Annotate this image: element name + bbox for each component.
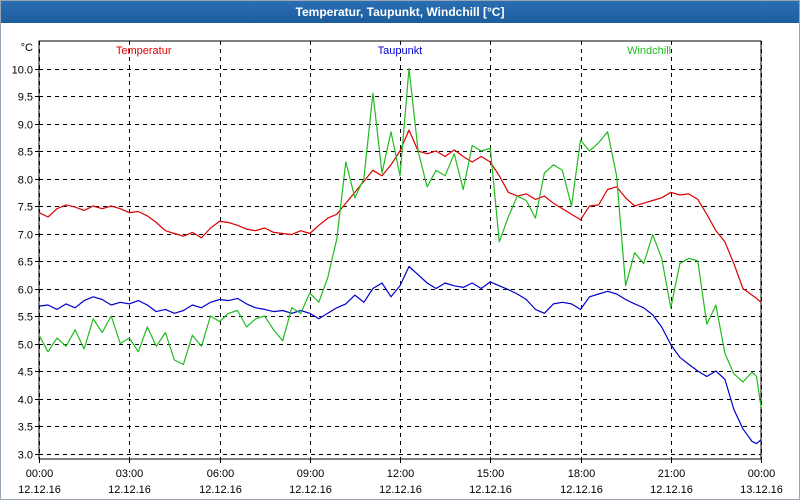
y-tick-label: 6.5 (18, 257, 33, 269)
grid-layer (38, 40, 762, 460)
x-tick-date-label: 12.12.16 (469, 484, 512, 496)
window-title: Temperatur, Taupunkt, Windchill [°C] (1, 1, 799, 23)
y-tick-label: 9.5 (18, 92, 33, 104)
x-tick-time-label: 09:00 (297, 468, 325, 480)
x-tick-date-label: 12.12.16 (289, 484, 332, 496)
y-tick-label: 3.5 (18, 422, 33, 434)
legend-temperatur: Temperatur (116, 45, 172, 57)
y-tick-label: 7.5 (18, 202, 33, 214)
x-tick-time-label: 18:00 (568, 468, 596, 480)
x-tick-date-label: 12.12.16 (108, 484, 151, 496)
y-tick-label: 9.0 (18, 120, 33, 132)
x-tick-time-label: 03:00 (116, 468, 144, 480)
x-tick-date-label: 13.12.16 (740, 484, 783, 496)
chart-area: 3.0 3.5 4.0 4.5 5.0 5.5 6.0 6.5 7.0 7.5 8.0 8.5 9.0 9… (1, 23, 799, 499)
y-tick-label: 5.0 (18, 340, 33, 352)
y-tick-label: 6.0 (18, 285, 33, 297)
x-tick-time-label: 00:00 (748, 468, 776, 480)
chart-window: Temperatur, Taupunkt, Windchill [°C] 3.0… (0, 0, 800, 500)
y-tick-label: 4.0 (18, 395, 33, 407)
legend-windchill: Windchill (627, 45, 671, 57)
line-chart: 3.0 3.5 4.0 4.5 5.0 5.5 6.0 6.5 7.0 7.5 8.0 8.5 9.0 9… (12, 40, 783, 496)
y-tick-label: 5.5 (18, 312, 33, 324)
y-tick-label: 8.5 (18, 147, 33, 159)
y-tick-label: 4.5 (18, 367, 33, 379)
y-tick-label: 10.0 (12, 65, 33, 77)
legend-taupunkt: Taupunkt (378, 45, 423, 57)
x-tick-time-label: 12:00 (387, 468, 415, 480)
y-tick-label: 8.0 (18, 175, 33, 187)
x-tick-date-label: 12.12.16 (18, 484, 61, 496)
x-tick-date-label: 12.12.16 (560, 484, 603, 496)
x-tick-time-label: 06:00 (207, 468, 235, 480)
y-tick-label: 3.0 (18, 450, 33, 462)
x-tick-time-label: 21:00 (658, 468, 686, 480)
x-tick-date-label: 12.12.16 (379, 484, 422, 496)
y-tick-label: 7.0 (18, 230, 33, 242)
x-tick-time-label: 15:00 (477, 468, 505, 480)
x-tick-date-label: 12.12.16 (650, 484, 693, 496)
x-tick-date-label: 12.12.16 (199, 484, 242, 496)
x-tick-time-label: 00:00 (26, 468, 54, 480)
y-unit-label: °C (21, 42, 33, 54)
